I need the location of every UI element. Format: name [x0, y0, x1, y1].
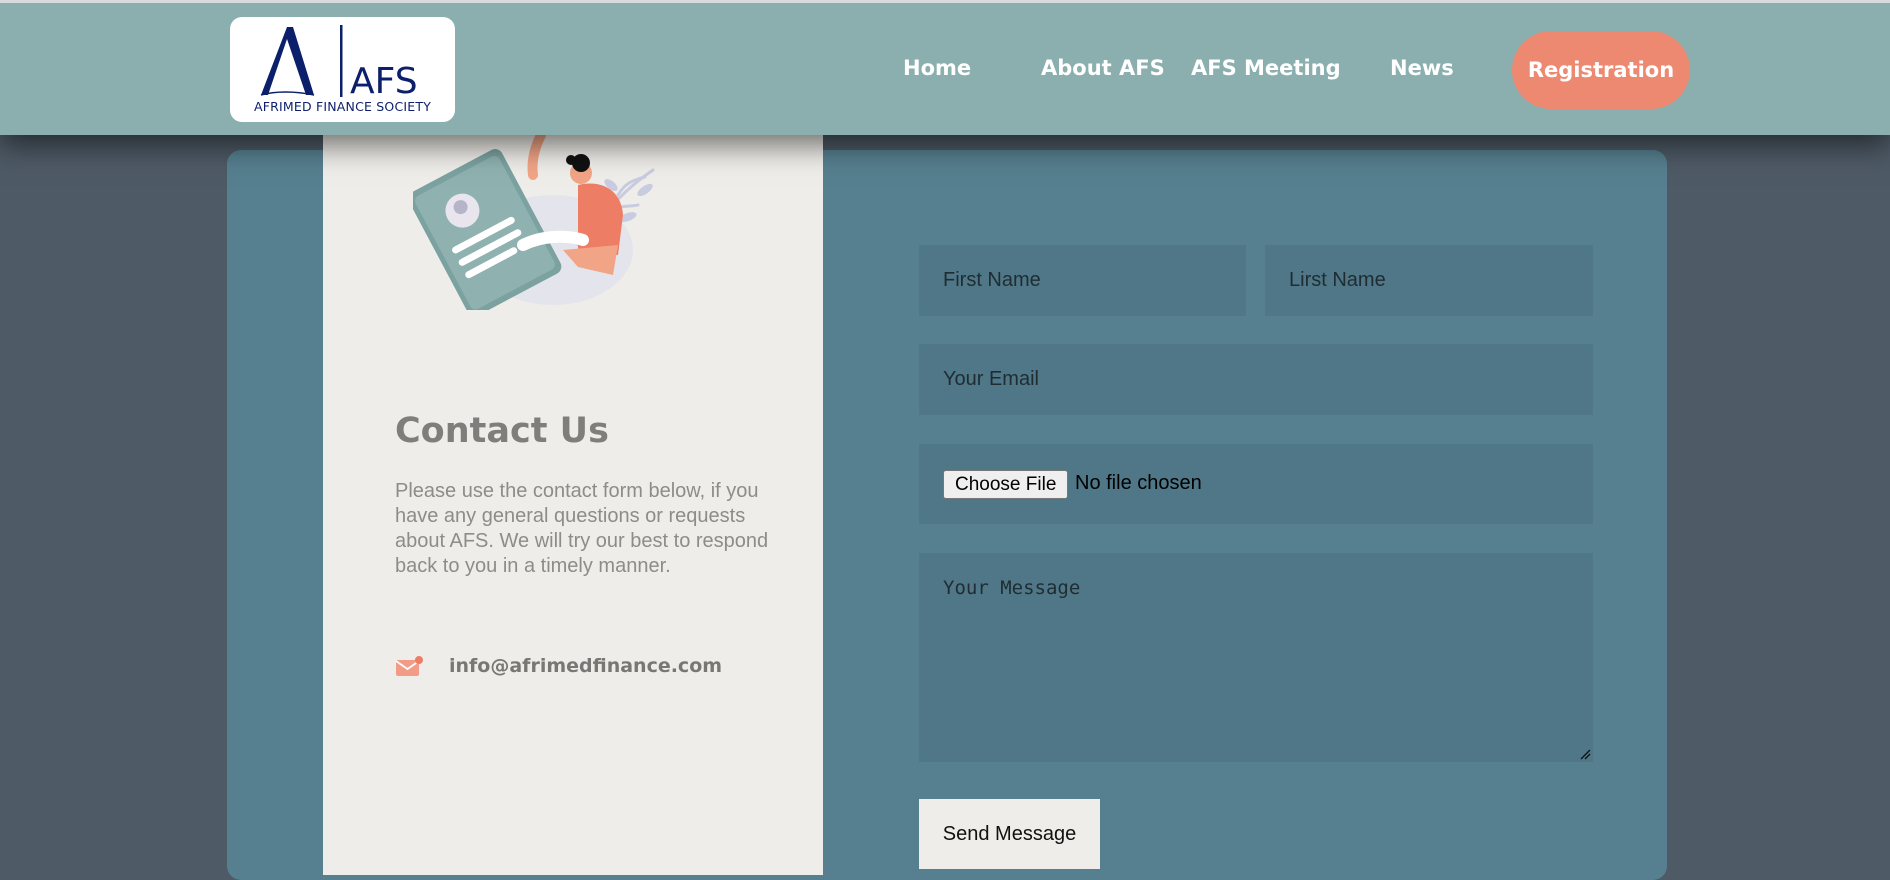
send-message-button[interactable]: Send Message: [919, 799, 1100, 869]
nav-news[interactable]: News: [1390, 56, 1454, 80]
nav-afs-meeting[interactable]: AFS Meeting: [1191, 56, 1341, 80]
contact-title: Contact Us: [395, 411, 609, 451]
contact-email-link[interactable]: info@afrimedfinance.com: [449, 655, 722, 677]
logo-letters: AFS: [350, 61, 418, 102]
contact-info-panel: Contact Us Please use the contact form b…: [323, 135, 823, 875]
resize-handle-icon[interactable]: [1579, 748, 1591, 760]
top-border: [0, 0, 1890, 3]
envelope-icon: [395, 656, 423, 676]
logo-subtitle: AFRIMED FINANCE SOCIETY: [253, 99, 432, 114]
message-placeholder: Your Message: [943, 577, 1081, 599]
afs-logo[interactable]: AFS AFRIMED FINANCE SOCIETY: [230, 17, 455, 122]
message-textarea[interactable]: Your Message: [919, 553, 1593, 762]
contact-description: Please use the contact form below, if yo…: [395, 480, 769, 577]
nav-home[interactable]: Home: [903, 56, 971, 80]
no-file-chosen-text: No file chosen: [1075, 472, 1202, 494]
choose-file-button[interactable]: Choose File: [943, 470, 1069, 499]
first-name-field[interactable]: First Name: [919, 245, 1246, 316]
contact-illustration: [413, 135, 655, 310]
registration-button[interactable]: Registration: [1512, 31, 1690, 109]
nav-about-afs[interactable]: About AFS: [1041, 56, 1165, 80]
first-name-placeholder: First Name: [943, 269, 1041, 291]
last-name-field[interactable]: Lirst Name: [1265, 245, 1593, 316]
email-placeholder: Your Email: [943, 368, 1039, 390]
last-name-placeholder: Lirst Name: [1289, 269, 1386, 291]
file-upload-field: Choose File No file chosen: [919, 444, 1593, 524]
site-header: AFS AFRIMED FINANCE SOCIETY Home About A…: [0, 3, 1890, 135]
email-field[interactable]: Your Email: [919, 344, 1593, 415]
